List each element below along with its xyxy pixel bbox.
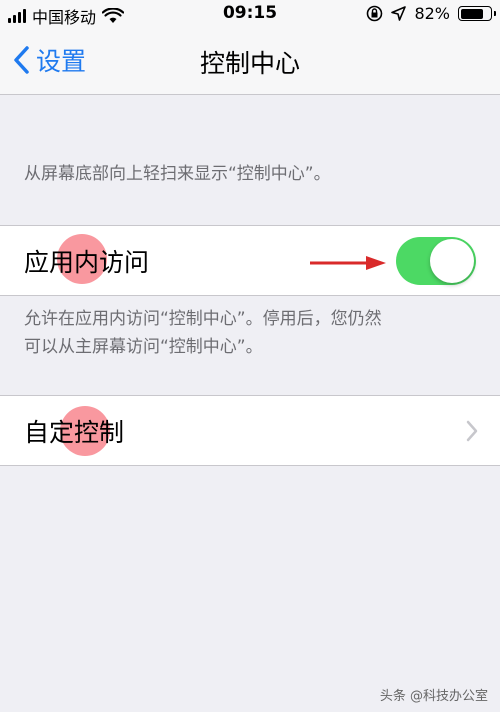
- page-title: 控制中心: [199, 49, 300, 78]
- customize-controls-label: 自定控制: [24, 418, 125, 447]
- watermark: 头条 @科技办公室: [379, 689, 488, 704]
- status-right: 82%: [366, 4, 496, 23]
- customize-controls-row[interactable]: 自定控制: [0, 395, 500, 466]
- swipe-hint-text: 从屏幕底部向上轻扫来显示“控制中心”。: [24, 164, 331, 184]
- description-line-1: 允许在应用内访问“控制中心”。停用后，您仍然: [24, 309, 382, 329]
- in-app-access-label: 应用内访问: [24, 248, 150, 277]
- description-line-2: 可以从主屏幕访问“控制中心”。: [24, 337, 263, 357]
- status-bar: 中国移动 09:15 82%: [0, 0, 500, 28]
- toggle-knob: [430, 239, 474, 283]
- battery-icon: [458, 6, 496, 21]
- in-app-access-toggle[interactable]: [396, 237, 476, 285]
- battery-percent: 82%: [414, 4, 450, 23]
- location-icon: [391, 6, 407, 21]
- in-app-access-row: 应用内访问: [0, 225, 500, 296]
- navigation-bar: 设置 控制中心: [0, 28, 500, 95]
- orientation-lock-icon: [367, 5, 383, 22]
- in-app-access-description: 允许在应用内访问“控制中心”。停用后，您仍然 可以从主屏幕访问“控制中心”。: [24, 305, 382, 361]
- arrow-annotation-icon: [310, 256, 386, 270]
- chevron-right-icon: [466, 420, 478, 442]
- battery-fill: [460, 8, 484, 19]
